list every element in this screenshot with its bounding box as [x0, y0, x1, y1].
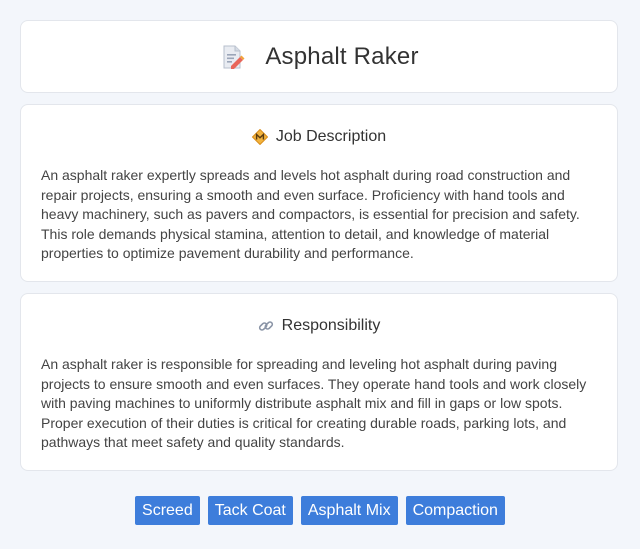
job-description-card: Job Description An asphalt raker expertl… [20, 104, 618, 282]
tag-tack-coat[interactable]: Tack Coat [207, 496, 293, 525]
link-icon [258, 318, 274, 334]
responsibility-text: An asphalt raker is responsible for spre… [41, 356, 587, 450]
title-card: Asphalt Raker [20, 20, 618, 93]
job-description-header: Job Description [41, 127, 597, 147]
tag-compaction[interactable]: Compaction [405, 496, 505, 525]
tag-asphalt-mix[interactable]: Asphalt Mix [300, 496, 398, 525]
responsibility-header: Responsibility [41, 316, 597, 336]
tag-screed[interactable]: Screed [135, 496, 200, 525]
tag-list: Screed Tack Coat Asphalt Mix Compaction [0, 496, 640, 525]
page: Asphalt Raker Job Description An asphalt… [0, 0, 640, 549]
page-title: Asphalt Raker [265, 42, 419, 70]
document-pencil-icon [219, 44, 245, 70]
responsibility-card: Responsibility An asphalt raker is respo… [20, 293, 618, 471]
job-description-text: An asphalt raker expertly spreads and le… [41, 167, 580, 261]
job-description-heading: Job Description [275, 128, 387, 145]
responsibility-heading: Responsibility [281, 317, 381, 334]
diamond-badge-icon [251, 128, 269, 146]
